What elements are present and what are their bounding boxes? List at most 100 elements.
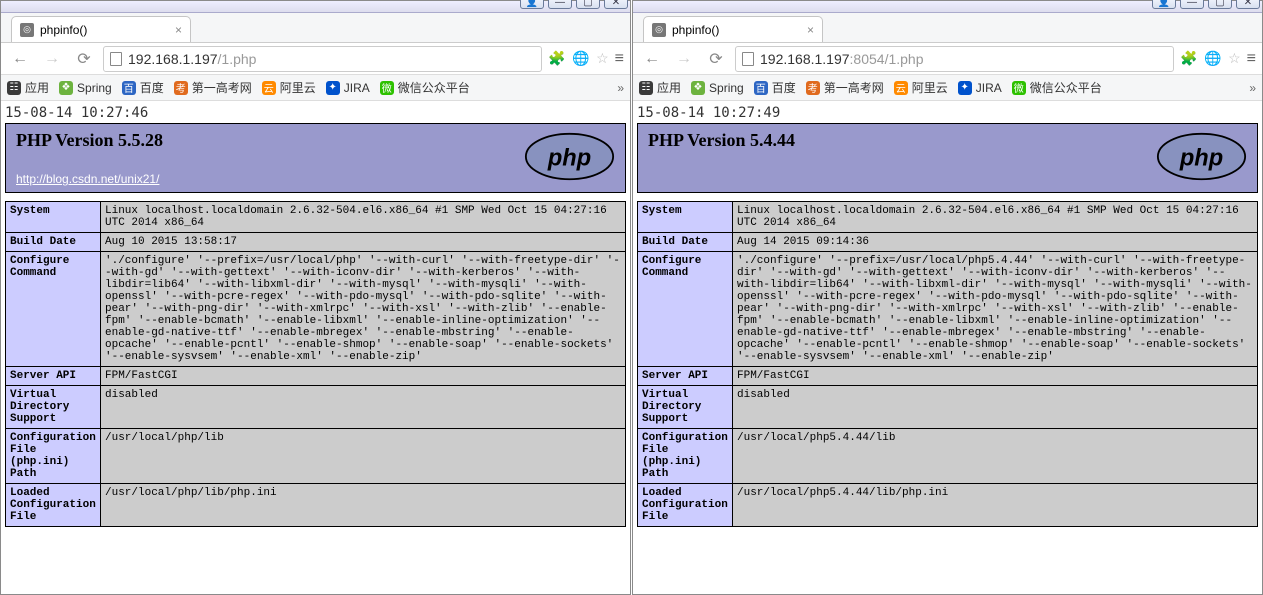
maximize-button[interactable]: ▢	[1208, 0, 1232, 9]
info-row: Virtual Directory Supportdisabled	[6, 386, 626, 429]
info-key: Server API	[6, 367, 101, 386]
info-value: Aug 10 2015 13:58:17	[101, 233, 626, 252]
url-path: /1.php	[218, 51, 257, 67]
info-row: SystemLinux localhost.localdomain 2.6.32…	[6, 202, 626, 233]
browser-tab[interactable]: ◎ phpinfo() ×	[11, 16, 191, 42]
close-button[interactable]: ✕	[604, 0, 628, 9]
info-key: Virtual Directory Support	[638, 386, 733, 429]
site-info-icon[interactable]	[110, 52, 122, 66]
info-row: Configure Command'./configure' '--prefix…	[638, 252, 1258, 367]
favicon-icon: ◎	[652, 23, 666, 37]
info-value: disabled	[101, 386, 626, 429]
info-value: disabled	[733, 386, 1258, 429]
maximize-button[interactable]: ▢	[576, 0, 600, 9]
window-controls: 👤 — ▢ ✕	[520, 0, 628, 9]
url-path: /1.php	[885, 51, 924, 67]
php-header-url[interactable]: http://blog.csdn.net/unix21/	[16, 172, 159, 186]
site-info-icon[interactable]	[742, 52, 754, 66]
url-port: :8054	[850, 51, 885, 67]
forward-button[interactable]: →	[671, 46, 697, 72]
bookmark-icon: 微	[380, 81, 394, 95]
info-value: FPM/FastCGI	[101, 367, 626, 386]
tab-title: phpinfo()	[40, 23, 87, 37]
page-content: 15-08-14 10:27:49 PHP Version 5.4.44 php…	[633, 101, 1262, 594]
info-row: Configuration File (php.ini) Path/usr/lo…	[6, 429, 626, 484]
forward-button[interactable]: →	[39, 46, 65, 72]
bookmark-item[interactable]: 云阿里云	[262, 79, 316, 96]
browser-tab[interactable]: ◎ phpinfo() ×	[643, 16, 823, 42]
info-key: Loaded Configuration File	[6, 484, 101, 527]
globe-icon[interactable]: 🌐	[1204, 50, 1222, 68]
url-host: 192.168.1.197	[760, 51, 850, 67]
extension-icon[interactable]: 🧩	[548, 50, 566, 68]
bookmarks-overflow-icon[interactable]: »	[1249, 81, 1256, 95]
bookmark-item[interactable]: ✦JIRA	[958, 81, 1002, 95]
info-key: Build Date	[638, 233, 733, 252]
minimize-button[interactable]: —	[548, 0, 572, 9]
bookmark-star-icon[interactable]: ☆	[1228, 50, 1241, 67]
bookmark-icon: ☷	[7, 81, 21, 95]
bookmarks-overflow-icon[interactable]: »	[617, 81, 624, 95]
bookmark-item[interactable]: 考第一高考网	[806, 79, 884, 96]
reload-button[interactable]: ⟳	[71, 46, 97, 72]
browser-window-left: 👤 — ▢ ✕ ◎ phpinfo() × ← → ⟳ 192.168.1.19…	[0, 0, 631, 595]
info-row: Server APIFPM/FastCGI	[638, 367, 1258, 386]
bookmark-item[interactable]: ✦JIRA	[326, 81, 370, 95]
bookmark-label: 阿里云	[280, 79, 316, 96]
minimize-button[interactable]: —	[1180, 0, 1204, 9]
tab-close-icon[interactable]: ×	[807, 23, 814, 37]
info-value: /usr/local/php/lib/php.ini	[101, 484, 626, 527]
url-input[interactable]: 192.168.1.197:8054/1.php	[735, 46, 1174, 72]
close-button[interactable]: ✕	[1236, 0, 1260, 9]
favicon-icon: ◎	[20, 23, 34, 37]
bookmark-icon: ❖	[691, 81, 705, 95]
bookmark-item[interactable]: 百百度	[122, 79, 164, 96]
bookmarks-bar-left: ☷应用 ❖Spring 百百度考第一高考网云阿里云 ✦JIRA 微微信公众平台 »	[1, 75, 630, 101]
php-header: PHP Version 5.5.28 http://blog.csdn.net/…	[5, 123, 626, 193]
bookmark-label: 百度	[140, 79, 164, 96]
address-bar: ← → ⟳ 192.168.1.197:8054/1.php 🧩 🌐 ☆ ≡	[633, 43, 1262, 75]
timestamp: 15-08-14 10:27:46	[5, 105, 626, 121]
bookmark-item[interactable]: 百百度	[754, 79, 796, 96]
bookmark-label: 百度	[772, 79, 796, 96]
extension-icon[interactable]: 🧩	[1180, 50, 1198, 68]
page-content: 15-08-14 10:27:46 PHP Version 5.5.28 htt…	[1, 101, 630, 594]
back-button[interactable]: ←	[7, 46, 33, 72]
bookmark-label: 微信公众平台	[398, 79, 470, 96]
bookmark-item[interactable]: 考第一高考网	[174, 79, 252, 96]
bookmark-item[interactable]: ❖Spring	[59, 81, 112, 95]
user-button[interactable]: 👤	[520, 0, 544, 9]
bookmark-item[interactable]: ☷应用	[7, 79, 49, 96]
titlebar: 👤 — ▢ ✕	[1, 1, 630, 13]
tab-strip: ◎ phpinfo() ×	[633, 13, 1262, 43]
info-key: Configuration File (php.ini) Path	[6, 429, 101, 484]
info-row: Loaded Configuration File/usr/local/php/…	[6, 484, 626, 527]
bookmark-icon: 微	[1012, 81, 1026, 95]
bookmark-item[interactable]: ☷应用	[639, 79, 681, 96]
info-value: FPM/FastCGI	[733, 367, 1258, 386]
tab-close-icon[interactable]: ×	[175, 23, 182, 37]
bookmark-label: Spring	[709, 81, 744, 95]
info-row: Configuration File (php.ini) Path/usr/lo…	[638, 429, 1258, 484]
tab-strip: ◎ phpinfo() ×	[1, 13, 630, 43]
php-header: PHP Version 5.4.44 php	[637, 123, 1258, 193]
phpinfo-table-left: SystemLinux localhost.localdomain 2.6.32…	[5, 201, 626, 527]
browser-window-right: 👤 — ▢ ✕ ◎ phpinfo() × ← → ⟳ 192.168.1.19…	[632, 0, 1263, 595]
globe-icon[interactable]: 🌐	[572, 50, 590, 68]
bookmark-item[interactable]: ❖ Spring	[691, 81, 744, 95]
bookmarks-bar-right: ☷应用 ❖ Spring 百百度考第一高考网云阿里云 ✦JIRA 微微信公众平台 »	[633, 75, 1262, 101]
bookmark-item[interactable]: 微微信公众平台	[1012, 79, 1102, 96]
bookmark-icon: 考	[174, 81, 188, 95]
bookmark-item[interactable]: 云阿里云	[894, 79, 948, 96]
bookmark-label: 应用	[657, 79, 681, 96]
back-button[interactable]: ←	[639, 46, 665, 72]
menu-icon[interactable]: ≡	[615, 50, 624, 68]
info-value: Aug 14 2015 09:14:36	[733, 233, 1258, 252]
bookmark-item[interactable]: 微微信公众平台	[380, 79, 470, 96]
url-input[interactable]: 192.168.1.197/1.php	[103, 46, 542, 72]
bookmark-star-icon[interactable]: ☆	[596, 50, 609, 67]
reload-button[interactable]: ⟳	[703, 46, 729, 72]
menu-icon[interactable]: ≡	[1247, 50, 1256, 68]
user-button[interactable]: 👤	[1152, 0, 1176, 9]
bookmark-label: 第一高考网	[192, 79, 252, 96]
